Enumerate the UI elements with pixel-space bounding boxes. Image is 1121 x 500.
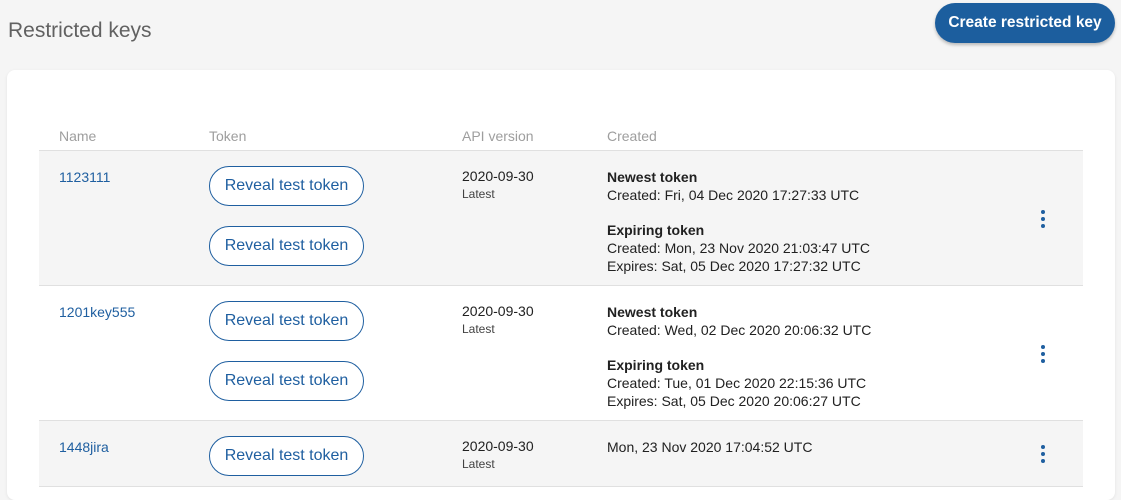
newest-token-created: Created: Wed, 02 Dec 2020 20:06:32 UTC — [607, 322, 872, 338]
expiring-token-expires: Expires: Sat, 05 Dec 2020 17:27:32 UTC — [607, 258, 861, 274]
created-info: Newest token Created: Wed, 02 Dec 2020 2… — [607, 303, 871, 410]
keys-card: Name Token API version Created 1123111 R… — [7, 70, 1115, 500]
expiring-token-label: Expiring token — [607, 222, 705, 238]
column-header-name: Name — [59, 128, 97, 144]
more-vertical-icon[interactable] — [1033, 442, 1053, 466]
key-name-link[interactable]: 1201key555 — [59, 304, 135, 320]
table-row: 1123111 Reveal test token Reveal test to… — [39, 151, 1083, 286]
column-header-token: Token — [209, 128, 247, 144]
expiring-token-label: Expiring token — [607, 357, 705, 373]
api-version-tag: Latest — [462, 457, 495, 471]
expiring-token-created: Created: Mon, 23 Nov 2020 21:03:47 UTC — [607, 240, 871, 256]
newest-token-label: Newest token — [607, 169, 698, 185]
api-version: 2020-09-30 — [462, 168, 534, 184]
column-header-created: Created — [607, 128, 657, 144]
keys-table: Name Token API version Created 1123111 R… — [39, 70, 1083, 487]
more-vertical-icon[interactable] — [1033, 207, 1053, 231]
newest-token-created: Created: Fri, 04 Dec 2020 17:27:33 UTC — [607, 187, 860, 203]
reveal-test-token-button[interactable]: Reveal test token — [209, 301, 364, 341]
api-version-tag: Latest — [462, 187, 495, 201]
api-version: 2020-09-30 — [462, 438, 534, 454]
create-restricted-key-button[interactable]: Create restricted key — [935, 3, 1115, 43]
reveal-test-token-button[interactable]: Reveal test token — [209, 166, 364, 206]
api-version-tag: Latest — [462, 322, 495, 336]
column-header-api-version: API version — [462, 128, 534, 144]
created-info: Newest token Created: Fri, 04 Dec 2020 1… — [607, 168, 870, 275]
reveal-test-token-button[interactable]: Reveal test token — [209, 361, 364, 401]
table-header: Name Token API version Created — [39, 70, 1083, 151]
reveal-test-token-button[interactable]: Reveal test token — [209, 436, 364, 476]
more-vertical-icon[interactable] — [1033, 342, 1053, 366]
page-title: Restricted keys — [8, 19, 152, 42]
table-row: 1201key555 Reveal test token Reveal test… — [39, 286, 1083, 421]
expiring-token-created: Created: Tue, 01 Dec 2020 22:15:36 UTC — [607, 375, 867, 391]
api-version: 2020-09-30 — [462, 303, 534, 319]
created-date: Mon, 23 Nov 2020 17:04:52 UTC — [607, 439, 813, 455]
newest-token-label: Newest token — [607, 304, 698, 320]
created-info: Mon, 23 Nov 2020 17:04:52 UTC — [607, 438, 812, 456]
table-row: 1448jira Reveal test token 2020-09-30 La… — [39, 421, 1083, 487]
reveal-test-token-button[interactable]: Reveal test token — [209, 226, 364, 266]
expiring-token-expires: Expires: Sat, 05 Dec 2020 20:06:27 UTC — [607, 393, 861, 409]
key-name-link[interactable]: 1123111 — [59, 169, 110, 185]
key-name-link[interactable]: 1448jira — [59, 439, 109, 455]
